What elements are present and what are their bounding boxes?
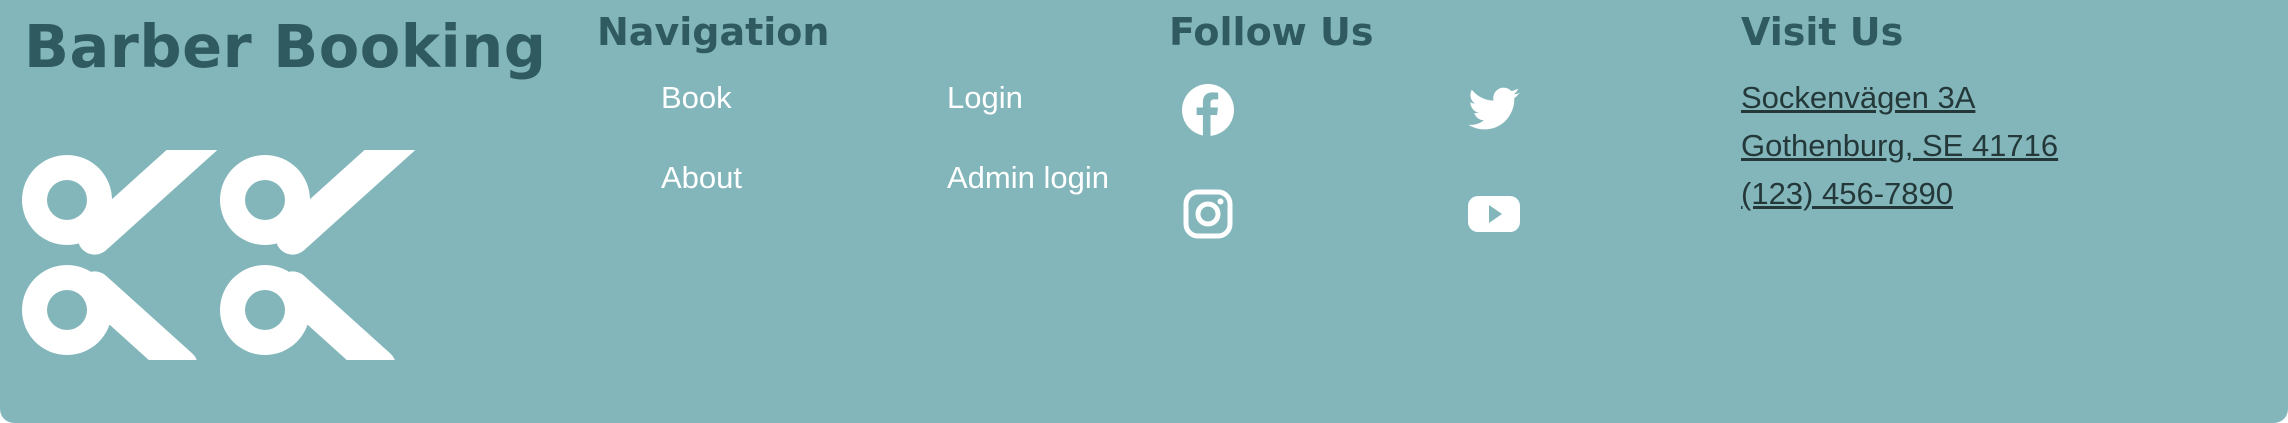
address-city-link[interactable]: Gothenburg, SE 41716 — [1741, 128, 2058, 164]
site-footer: Barber Booking Navigation Book Login Abo… — [0, 0, 2288, 423]
instagram-icon[interactable] — [1180, 186, 1236, 242]
nav-link-about[interactable]: About — [661, 160, 742, 196]
nav-link-admin-login[interactable]: Admin login — [947, 160, 1109, 196]
twitter-icon[interactable] — [1466, 82, 1522, 138]
scissors-logo-icon — [22, 150, 422, 360]
facebook-icon[interactable] — [1180, 82, 1236, 138]
nav-link-login[interactable]: Login — [947, 80, 1023, 116]
phone-link[interactable]: (123) 456-7890 — [1741, 176, 1953, 212]
brand-title: Barber Booking — [24, 12, 547, 81]
nav-link-book[interactable]: Book — [661, 80, 732, 116]
follow-us-heading: Follow Us — [1169, 10, 1374, 54]
youtube-icon[interactable] — [1466, 186, 1522, 242]
navigation-heading: Navigation — [597, 10, 830, 54]
address-street-link[interactable]: Sockenvägen 3A — [1741, 80, 1975, 116]
visit-us-heading: Visit Us — [1741, 10, 1904, 54]
